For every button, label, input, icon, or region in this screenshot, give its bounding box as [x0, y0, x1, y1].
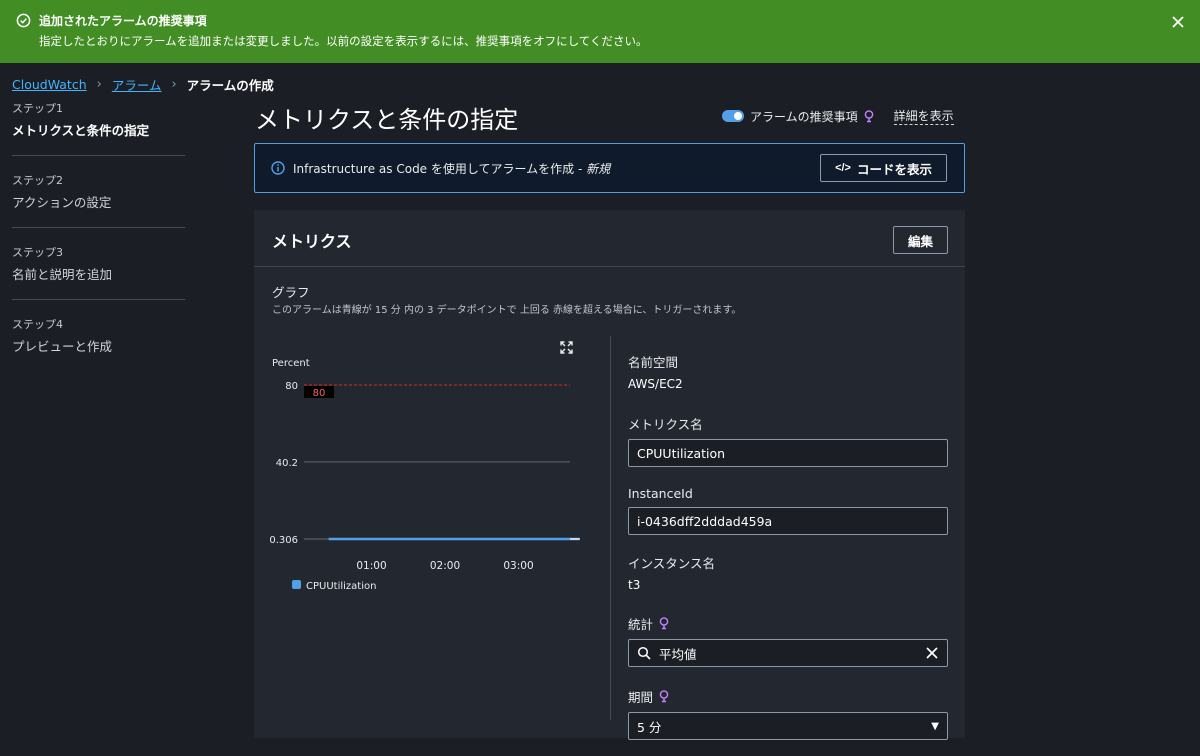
lightbulb-icon	[659, 690, 669, 703]
divider	[12, 299, 185, 300]
metric-name-label: メトリクス名	[628, 417, 703, 432]
statistic-label: 統計	[628, 614, 948, 633]
flash-title: 追加されたアラームの推奨事項	[39, 14, 207, 28]
namespace-value: AWS/EC2	[628, 377, 683, 391]
metric-chart: Percent 80 40.2 0.306 80 01:00 02:00 03:00 CPUUt…	[269, 358, 580, 592]
period-select[interactable]: 5 分 ▼	[628, 712, 948, 740]
close-icon[interactable]	[1170, 14, 1186, 30]
page-title: メトリクスと条件の指定	[255, 106, 519, 134]
step-3: ステップ3 名前と説明を追加	[12, 242, 185, 283]
instance-name-value: t3	[628, 578, 641, 592]
new-tag: 新規	[586, 161, 611, 176]
y-axis-label: Percent	[272, 358, 310, 369]
graph-description: このアラームは青線が 15 分 内の 3 データポイントで 上回る 赤線を超える…	[272, 305, 742, 316]
lightbulb-icon	[659, 617, 669, 630]
recommendations-toggle[interactable]	[722, 110, 744, 122]
step-1: ステップ1 メトリクスと条件の指定	[12, 98, 185, 139]
edit-button[interactable]: 編集	[892, 226, 948, 254]
search-icon	[637, 646, 651, 660]
info-alert: Infrastructure as Code を使用してアラームを作成 - 新規…	[254, 143, 965, 193]
step-label: プレビューと作成	[12, 339, 113, 354]
info-icon	[271, 161, 285, 175]
graph-title: グラフ	[272, 285, 310, 300]
lightbulb-icon	[864, 109, 873, 122]
clear-icon[interactable]	[925, 646, 939, 660]
metric-fields: 名前空間 AWS/EC2 メトリクス名 CPUUtilization Insta…	[628, 352, 948, 740]
view-code-button[interactable]: </> コードを表示	[820, 154, 947, 182]
breadcrumb-cloudwatch[interactable]: CloudWatch	[12, 77, 87, 92]
chevron-right-icon: ›	[96, 77, 102, 92]
divider	[12, 155, 185, 156]
success-flashbar: 追加されたアラームの推奨事項 指定したとおりにアラームを追加または変更しました。…	[0, 0, 1200, 63]
metrics-panel: メトリクス 編集 グラフ このアラームは青線が 15 分 内の 3 データポイン…	[254, 210, 965, 740]
instance-name-label: インスタンス名	[628, 556, 716, 571]
period-label-text: 期間	[628, 690, 654, 705]
statistic-value: 平均値	[659, 646, 697, 662]
x-tick-label: 02:00	[430, 560, 460, 572]
toggle-label: アラームの推奨事項	[750, 109, 858, 124]
statistic-search-input[interactable]: 平均値	[628, 639, 948, 667]
metric-name-input[interactable]: CPUUtilization	[628, 439, 948, 467]
legend-swatch	[292, 580, 301, 589]
divider	[610, 336, 611, 720]
panel-title: メトリクス	[272, 232, 352, 251]
step-label: アクションの設定	[12, 195, 112, 210]
step-number: ステップ4	[12, 318, 63, 331]
info-text: Infrastructure as Code を使用してアラームを作成 - 新規	[293, 160, 610, 177]
panel-header: メトリクス 編集	[254, 210, 965, 267]
caret-down-icon: ▼	[931, 720, 939, 732]
check-circle-icon	[16, 13, 31, 28]
divider	[12, 227, 185, 228]
step-2: ステップ2 アクションの設定	[12, 170, 185, 211]
y-tick-label: 40.2	[276, 458, 298, 469]
namespace-label: 名前空間	[628, 355, 679, 370]
period-value: 5 分	[637, 719, 662, 735]
breadcrumb-current: アラームの作成	[186, 78, 274, 93]
x-tick-label: 03:00	[503, 560, 533, 572]
view-code-label: コードを表示	[856, 162, 932, 177]
step-number: ステップ1	[12, 102, 63, 115]
breadcrumb: CloudWatch › アラーム › アラームの作成	[12, 75, 274, 94]
step-4: ステップ4 プレビューと作成	[12, 314, 185, 355]
threshold-label: 80	[313, 388, 326, 399]
y-tick-label: 0.306	[269, 535, 298, 546]
info-message: Infrastructure as Code を使用してアラームを作成 -	[293, 161, 587, 176]
period-label: 期間	[628, 687, 948, 706]
header-actions: アラームの推奨事項 詳細を表示	[722, 107, 954, 125]
statistic-label-text: 統計	[628, 617, 654, 632]
legend-label: CPUUtilization	[306, 581, 376, 592]
instance-id-label: InstanceId	[628, 486, 693, 501]
instance-id-value: i-0436dff2dddad459a	[637, 513, 773, 529]
chevron-right-icon: ›	[171, 77, 177, 92]
breadcrumb-alarms[interactable]: アラーム	[112, 75, 162, 94]
step-label: メトリクスと条件の指定	[12, 123, 150, 138]
wizard-steps: ステップ1 メトリクスと条件の指定 ステップ2 アクションの設定 ステップ3 名…	[12, 98, 185, 355]
view-details-link[interactable]: 詳細を表示	[893, 107, 954, 125]
step-number: ステップ2	[12, 174, 63, 187]
step-number: ステップ3	[12, 246, 63, 259]
y-tick-label: 80	[285, 381, 298, 392]
metric-name-value: CPUUtilization	[637, 445, 726, 461]
flash-message: 指定したとおりにアラームを追加または変更しました。以前の設定を表示するには、推奨…	[39, 34, 648, 48]
code-icon: </>	[835, 162, 851, 174]
instance-id-input[interactable]: i-0436dff2dddad459a	[628, 507, 948, 535]
step-label: 名前と説明を追加	[12, 267, 113, 282]
x-tick-label: 01:00	[356, 560, 386, 572]
